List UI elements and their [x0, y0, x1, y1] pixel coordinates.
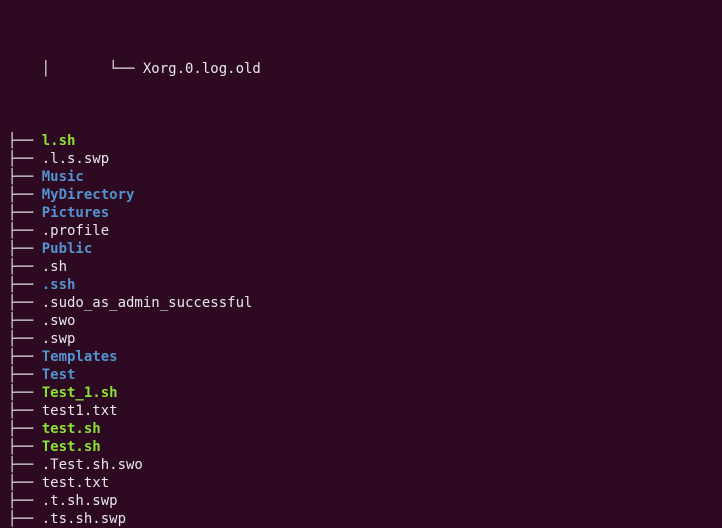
tree-entry: .profile: [42, 222, 109, 240]
tree-row: ├── .l.s.swp: [8, 150, 714, 168]
tree-entry: Test_1.sh: [42, 384, 118, 402]
tree-entry: .swp: [42, 330, 76, 348]
tree-branch-glyph: ├──: [8, 204, 42, 222]
tree-row: ├── test.sh: [8, 420, 714, 438]
terminal-output[interactable]: │ └── Xorg.0.log.old ├── l.sh├── .l.s.sw…: [0, 0, 722, 528]
tree-row: ├── .Test.sh.swo: [8, 456, 714, 474]
tree-row: ├── Test_1.sh: [8, 384, 714, 402]
tree-entry: .l.s.swp: [42, 150, 109, 168]
tree-branch-glyph: ├──: [8, 474, 42, 492]
tree-branch-glyph: │ └──: [8, 60, 143, 78]
tree-row: ├── Templates: [8, 348, 714, 366]
tree-entry: .sh: [42, 258, 67, 276]
tree-row: ├── .t.sh.swp: [8, 492, 714, 510]
tree-row: ├── Test.sh: [8, 438, 714, 456]
tree-row: ├── test.txt: [8, 474, 714, 492]
tree-entry: l.sh: [42, 132, 76, 150]
tree-row: ├── test1.txt: [8, 402, 714, 420]
tree-branch-glyph: ├──: [8, 276, 42, 294]
tree-entry: test.sh: [42, 420, 101, 438]
tree-row: ├── .profile: [8, 222, 714, 240]
tree-row: ├── l.sh: [8, 132, 714, 150]
tree-row: ├── .sudo_as_admin_successful: [8, 294, 714, 312]
tree-row: ├── .ts.sh.swp: [8, 510, 714, 528]
tree-entry: MyDirectory: [42, 186, 135, 204]
tree-branch-glyph: ├──: [8, 132, 42, 150]
tree-row: ├── .swp: [8, 330, 714, 348]
tree-entry: .ssh: [42, 276, 76, 294]
tree-row: ├── Pictures: [8, 204, 714, 222]
tree-entry: Templates: [42, 348, 118, 366]
tree-branch-glyph: ├──: [8, 222, 42, 240]
tree-entry: Test: [42, 366, 76, 384]
tree-branch-glyph: ├──: [8, 186, 42, 204]
tree-entry: Music: [42, 168, 84, 186]
tree-entry: .t.sh.swp: [42, 492, 118, 510]
tree-entry: test.txt: [42, 474, 109, 492]
tree-branch-glyph: ├──: [8, 330, 42, 348]
tree-branch-glyph: ├──: [8, 258, 42, 276]
tree-row: ├── .ssh: [8, 276, 714, 294]
tree-row: ├── MyDirectory: [8, 186, 714, 204]
tree-entry: .sudo_as_admin_successful: [42, 294, 253, 312]
tree-entry: .ts.sh.swp: [42, 510, 126, 528]
tree-entry: .Test.sh.swo: [42, 456, 143, 474]
tree-branch-glyph: ├──: [8, 438, 42, 456]
tree-branch-glyph: ├──: [8, 402, 42, 420]
tree-branch-glyph: ├──: [8, 240, 42, 258]
tree-entry: Test.sh: [42, 438, 101, 456]
tree-branch-glyph: ├──: [8, 150, 42, 168]
tree-branch-glyph: ├──: [8, 456, 42, 474]
tree-entry: .swo: [42, 312, 76, 330]
tree-branch-glyph: ├──: [8, 294, 42, 312]
tree-row: │ └── Xorg.0.log.old: [8, 60, 714, 78]
tree-branch-glyph: ├──: [8, 348, 42, 366]
tree-branch-glyph: ├──: [8, 312, 42, 330]
tree-row: ├── .sh: [8, 258, 714, 276]
tree-branch-glyph: ├──: [8, 168, 42, 186]
tree-entry: Pictures: [42, 204, 109, 222]
tree-row: ├── Public: [8, 240, 714, 258]
tree-branch-glyph: ├──: [8, 492, 42, 510]
tree-row: ├── Test: [8, 366, 714, 384]
tree-entry: Xorg.0.log.old: [143, 60, 261, 78]
tree-branch-glyph: ├──: [8, 510, 42, 528]
tree-entry: Public: [42, 240, 93, 258]
tree-branch-glyph: ├──: [8, 384, 42, 402]
tree-row: ├── .swo: [8, 312, 714, 330]
tree-row: ├── Music: [8, 168, 714, 186]
tree-branch-glyph: ├──: [8, 420, 42, 438]
tree-branch-glyph: ├──: [8, 366, 42, 384]
tree-entry: test1.txt: [42, 402, 118, 420]
